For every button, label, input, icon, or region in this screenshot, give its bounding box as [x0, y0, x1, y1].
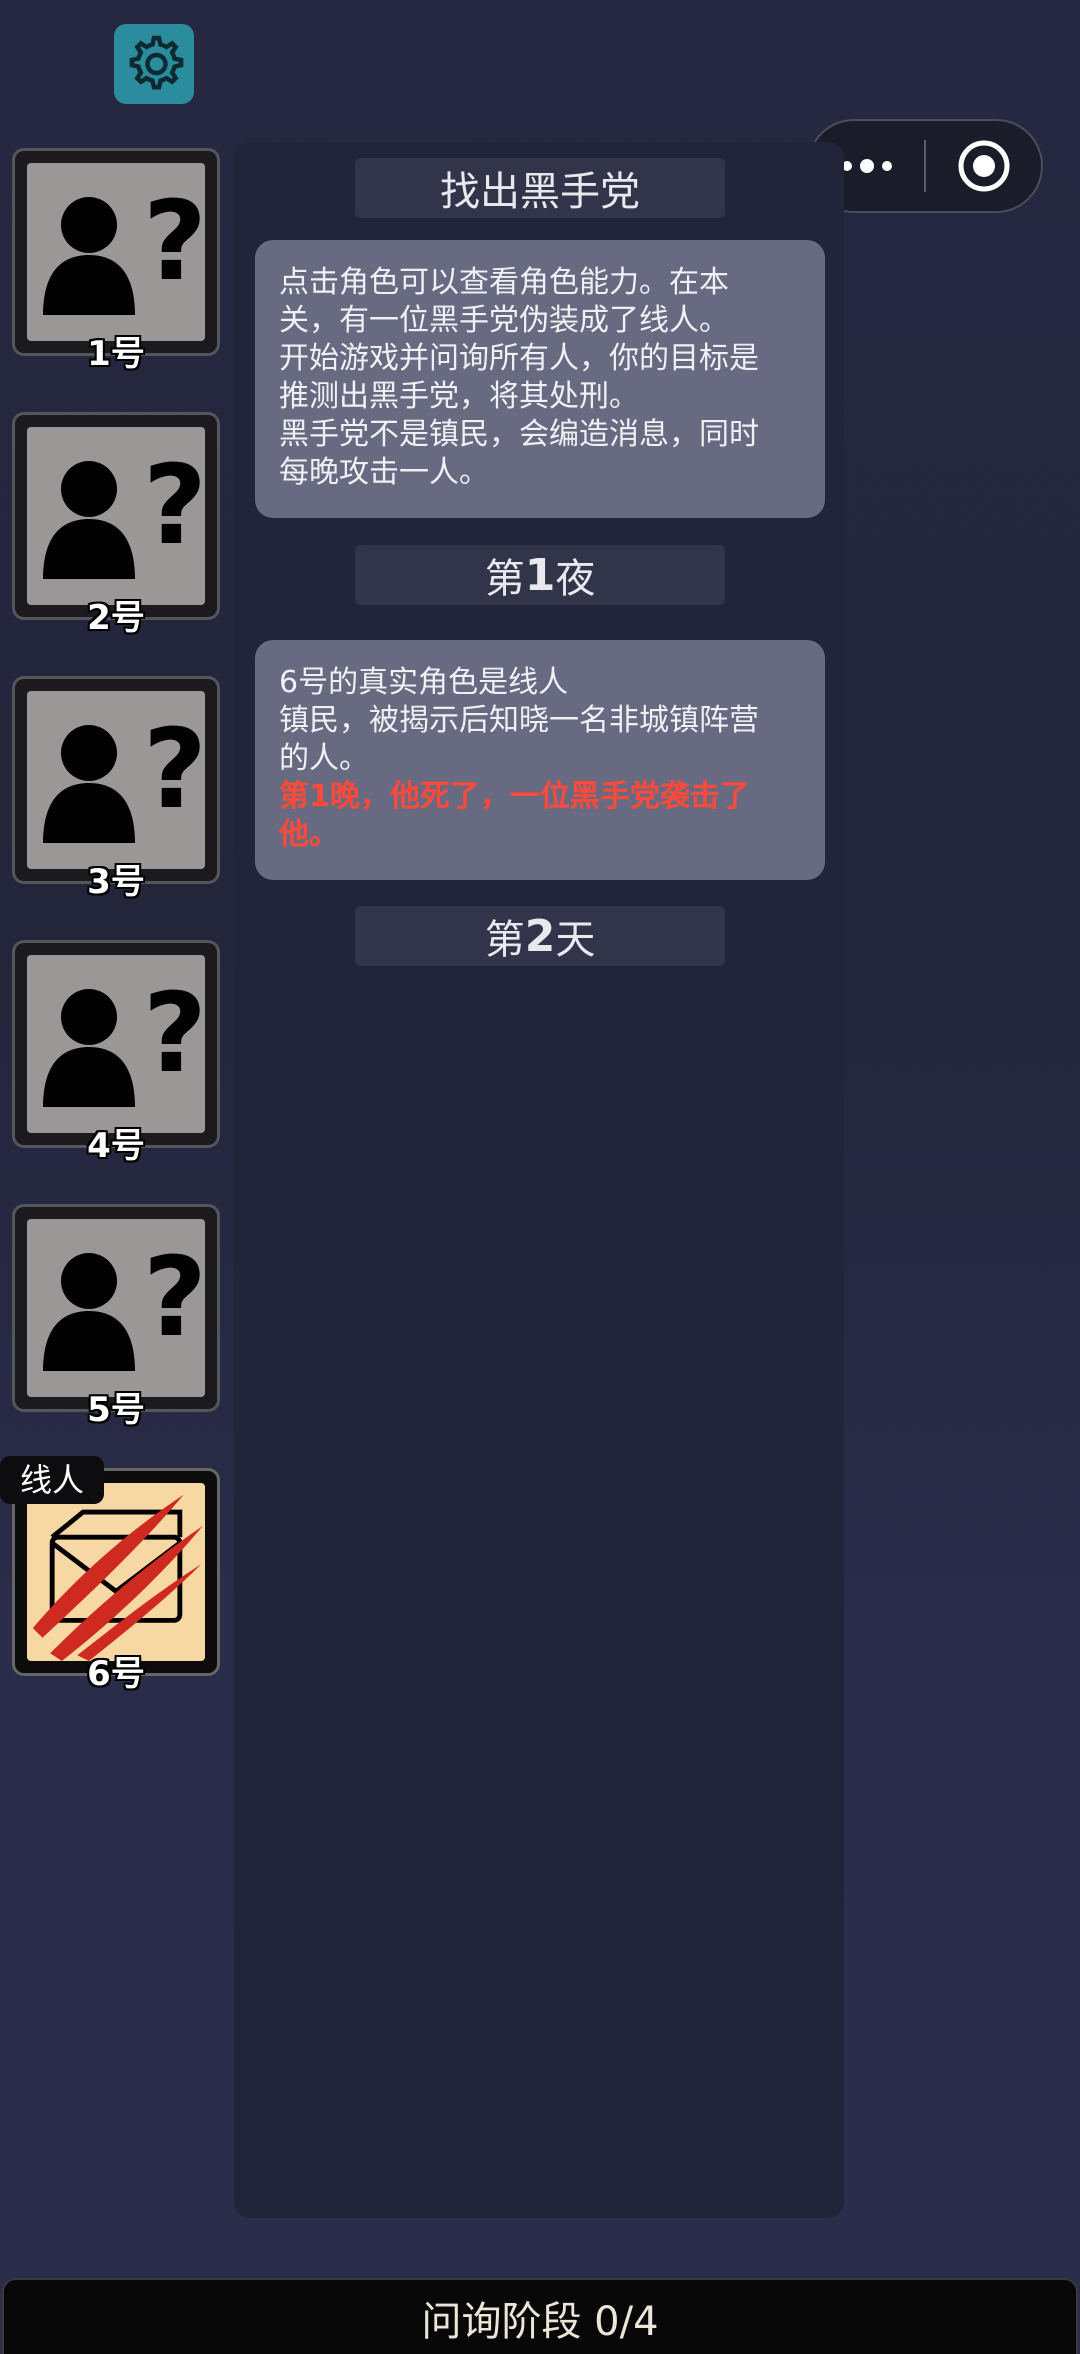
player-card-4[interactable]: ? 4号 [12, 940, 220, 1166]
person-question-icon: ? [43, 715, 201, 843]
reveal-message: 6号的真实角色是线人 镇民，被揭示后知晓一名非城镇阵营 的人。 第1晚，他死了，… [255, 640, 825, 880]
player-card-1[interactable]: ? 1号 [12, 148, 220, 374]
player-portrait [27, 1483, 205, 1661]
player-card-3[interactable]: ? 3号 [12, 676, 220, 902]
svg-text:?: ? [143, 1243, 201, 1361]
log-title: 找出黑手党 [355, 158, 725, 218]
night-1-header: 第1夜 [355, 545, 725, 605]
player-card-5[interactable]: ? 5号 [12, 1204, 220, 1430]
player-number: 1号 [87, 334, 145, 374]
phase-label: 问询阶段 0/4 [421, 2299, 659, 2345]
intro-message: 点击角色可以查看角色能力。在本 关，有一位黑手党伪装成了线人。 开始游戏并问询所… [255, 240, 825, 518]
player-number: 6号 [87, 1654, 145, 1694]
player-number: 4号 [87, 1126, 145, 1166]
person-question-icon: ? [43, 1243, 201, 1371]
player-portrait: ? [27, 1219, 205, 1397]
player-portrait: ? [27, 427, 205, 605]
person-question-icon: ? [43, 979, 201, 1107]
player-card-2[interactable]: ? 2号 [12, 412, 220, 638]
player-portrait: ? [27, 955, 205, 1133]
reveal-desc-line: 镇民，被揭示后知晓一名非城镇阵营 [279, 703, 759, 738]
player-portrait: ? [27, 691, 205, 869]
person-question-icon: ? [43, 187, 201, 315]
intro-line: 黑手党不是镇民，会编造消息，同时 [279, 417, 759, 452]
role-tag: 线人 [0, 1456, 105, 1504]
reveal-title: 6号的真实角色是线人 [279, 665, 569, 700]
intro-line: 每晚攻击一人。 [279, 455, 489, 490]
phase-status-bar: 问询阶段 0/4 [2, 2278, 1078, 2354]
svg-text:?: ? [143, 451, 201, 569]
person-question-icon: ? [43, 451, 201, 579]
player-portrait: ? [27, 163, 205, 341]
death-notice-line: 他。 [279, 817, 339, 852]
svg-text:?: ? [143, 187, 201, 305]
settings-button[interactable] [114, 24, 194, 104]
player-number: 2号 [87, 598, 145, 638]
reveal-desc-line: 的人。 [279, 741, 369, 776]
player-number: 5号 [87, 1390, 145, 1430]
envelope-scratched-icon [32, 1494, 204, 1661]
svg-text:?: ? [143, 715, 201, 833]
close-button[interactable] [926, 121, 1041, 211]
intro-line: 关，有一位黑手党伪装成了线人。 [279, 303, 729, 338]
target-icon [958, 140, 1009, 192]
player-number: 3号 [87, 862, 145, 902]
death-notice-line: 第1晚，他死了，一位黑手党袭击了 [279, 779, 750, 814]
svg-text:?: ? [143, 979, 201, 1097]
more-dots-icon [841, 159, 892, 173]
gear-icon [129, 35, 184, 90]
intro-line: 开始游戏并问询所有人，你的目标是 [279, 341, 759, 376]
day-2-header: 第2天 [355, 906, 725, 966]
intro-line: 点击角色可以查看角色能力。在本 [279, 265, 729, 300]
intro-line: 推测出黑手党，将其处刑。 [279, 379, 639, 414]
